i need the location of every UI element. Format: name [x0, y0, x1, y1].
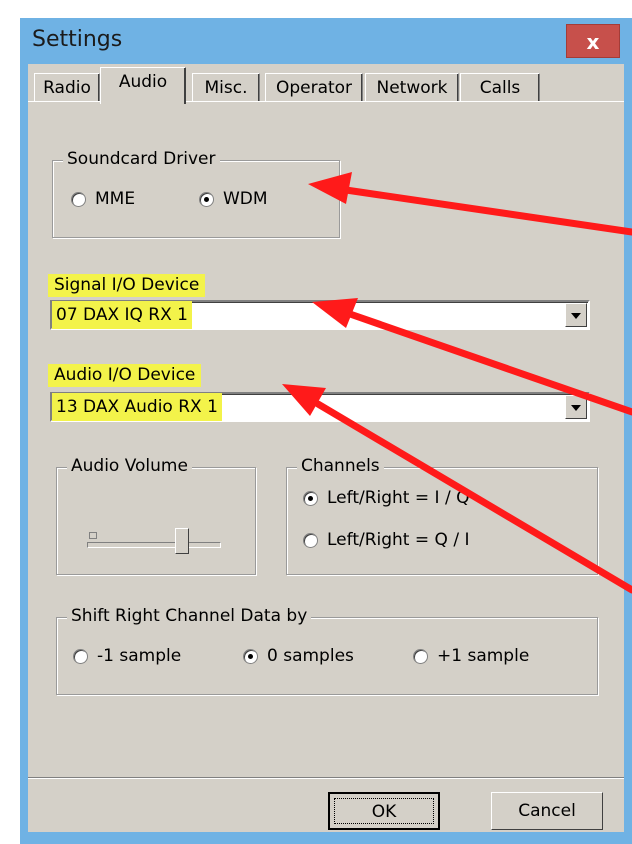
window-title: Settings — [32, 27, 123, 52]
tab-misc[interactable]: Misc. — [192, 73, 260, 102]
radio-label: Left/Right = Q / I — [327, 530, 470, 550]
tab-operator[interactable]: Operator — [265, 73, 363, 102]
radio-label: -1 sample — [97, 646, 182, 666]
radio-label: WDM — [223, 189, 268, 209]
chevron-down-icon[interactable] — [565, 303, 587, 327]
radio-unchecked-icon — [303, 532, 318, 548]
cancel-button[interactable]: Cancel — [491, 792, 603, 830]
ok-button[interactable]: OK — [328, 792, 440, 830]
tab-audio[interactable]: Audio — [100, 67, 186, 104]
focus-rectangle — [334, 798, 434, 824]
dialog-client-area: Radio Audio Misc. Operator Network Calls… — [28, 64, 624, 832]
slider-tick — [89, 532, 97, 539]
radio-checked-icon — [199, 191, 214, 207]
radio-left-right-iq[interactable]: Left/Right = I / Q — [303, 488, 469, 508]
radio-minus-one-sample[interactable]: -1 sample — [73, 646, 181, 666]
close-icon: x — [586, 30, 600, 54]
radio-left-right-qi[interactable]: Left/Right = Q / I — [303, 530, 469, 550]
radio-label: +1 sample — [437, 646, 530, 666]
audio-volume-group: Audio Volume — [56, 456, 256, 575]
tab-radio[interactable]: Radio — [34, 73, 100, 102]
settings-window: Settings x Radio Audio Misc. Operator Ne… — [20, 18, 632, 844]
audio-tab-panel: Soundcard Driver MME WDM Signal I/O Devi… — [28, 101, 624, 778]
chevron-down-icon[interactable] — [565, 395, 587, 419]
signal-io-value: 07 DAX IQ RX 1 — [52, 301, 192, 329]
radio-checked-icon — [243, 648, 258, 664]
radio-unchecked-icon — [413, 648, 428, 664]
tab-label: Radio — [43, 78, 91, 98]
tab-label: Misc. — [204, 78, 248, 98]
signal-io-label: Signal I/O Device — [48, 274, 206, 297]
group-label: Soundcard Driver — [63, 149, 220, 169]
radio-zero-samples[interactable]: 0 samples — [243, 646, 354, 666]
group-label: Shift Right Channel Data by — [67, 606, 312, 626]
radio-mme[interactable]: MME — [71, 189, 135, 209]
radio-label: MME — [95, 189, 136, 209]
tab-label: Audio — [118, 72, 168, 92]
soundcard-driver-group: Soundcard Driver MME WDM — [52, 149, 340, 238]
close-button[interactable]: x — [566, 24, 620, 58]
radio-plus-one-sample[interactable]: +1 sample — [413, 646, 529, 666]
volume-slider-thumb[interactable] — [175, 528, 189, 554]
shift-right-channel-group: Shift Right Channel Data by -1 sample 0 … — [56, 606, 598, 695]
radio-checked-icon — [303, 490, 318, 506]
group-label: Channels — [297, 456, 384, 476]
tab-label: Operator — [275, 78, 353, 98]
tab-label: Network — [376, 78, 448, 98]
volume-slider-track[interactable] — [87, 542, 221, 548]
cancel-button-label: Cancel — [518, 801, 576, 821]
tab-calls[interactable]: Calls — [460, 73, 540, 102]
audio-io-dropdown[interactable]: 13 DAX Audio RX 1 — [50, 392, 590, 422]
audio-io-label: Audio I/O Device — [48, 364, 202, 387]
audio-io-value: 13 DAX Audio RX 1 — [52, 393, 222, 421]
tab-network[interactable]: Network — [365, 73, 459, 102]
radio-label: Left/Right = I / Q — [327, 488, 470, 508]
radio-unchecked-icon — [73, 648, 88, 664]
title-bar[interactable]: Settings x — [20, 18, 632, 64]
dialog-button-bar: OK Cancel — [28, 777, 624, 833]
radio-label: 0 samples — [267, 646, 354, 666]
channels-group: Channels Left/Right = I / Q Left/Right =… — [286, 456, 598, 575]
group-label: Audio Volume — [67, 456, 192, 476]
signal-io-dropdown[interactable]: 07 DAX IQ RX 1 — [50, 300, 590, 330]
radio-unchecked-icon — [71, 191, 86, 207]
radio-wdm[interactable]: WDM — [199, 189, 268, 209]
tab-label: Calls — [479, 78, 521, 98]
